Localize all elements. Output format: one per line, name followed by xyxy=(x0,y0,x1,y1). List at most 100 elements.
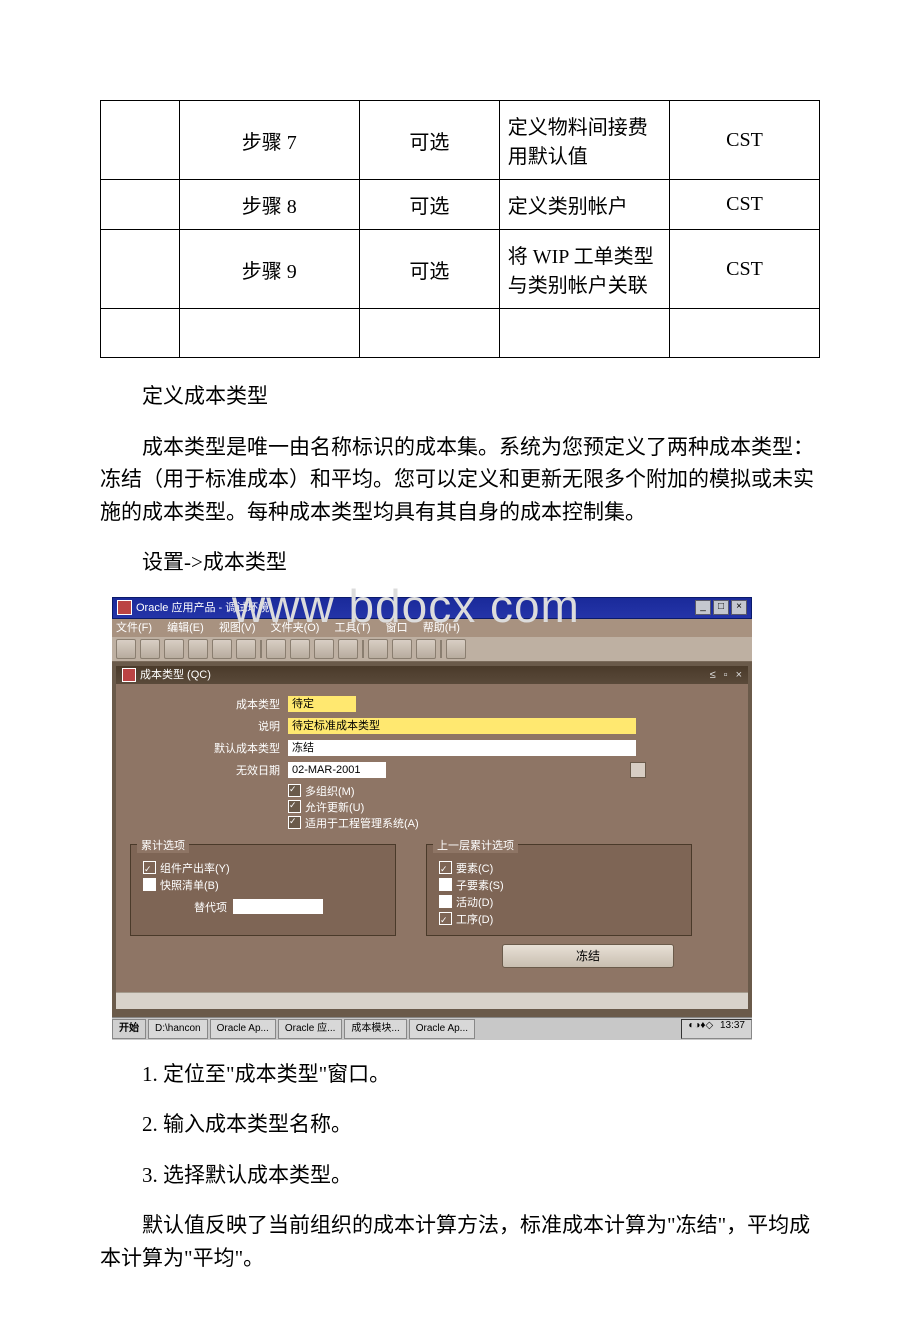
toolbar-button[interactable] xyxy=(266,639,286,659)
toolbar-button[interactable] xyxy=(116,639,136,659)
step-1: 1. 定位至"成本类型"窗口。 xyxy=(100,1058,820,1091)
tray-icons: ◐◑♦◇ xyxy=(688,1020,713,1031)
toolbar-separator xyxy=(260,640,262,658)
toolbar-button[interactable] xyxy=(212,639,232,659)
groupbox-rollup-options: 累计选项 组件产出率(Y) 快照清单(B) 替代项 xyxy=(130,844,396,936)
clock: 13:37 xyxy=(720,1020,745,1031)
system-tray[interactable]: ◐◑♦◇ 13:37 xyxy=(681,1019,752,1039)
toolbar-button[interactable] xyxy=(236,639,256,659)
form-restore-icon[interactable]: ▫ xyxy=(724,666,728,684)
toolbar-button[interactable] xyxy=(164,639,184,659)
heading-define-cost-type: 定义成本类型 xyxy=(100,380,820,413)
close-button[interactable]: × xyxy=(731,600,747,615)
label-allow-update: 允许更新(U) xyxy=(305,802,364,814)
toolbar-button[interactable] xyxy=(140,639,160,659)
menu-tools[interactable]: 工具(T) xyxy=(335,622,371,634)
menu-edit[interactable]: 编辑(E) xyxy=(167,622,204,634)
cell-optional: 可选 xyxy=(360,101,500,180)
toolbar-button[interactable] xyxy=(338,639,358,659)
toolbar-button[interactable] xyxy=(392,639,412,659)
taskbar-item[interactable]: Oracle 应... xyxy=(278,1019,343,1039)
start-button[interactable]: 开始 xyxy=(112,1019,146,1039)
cell-desc: 定义物料间接费用默认值 xyxy=(499,101,669,180)
checkbox-multi-org[interactable] xyxy=(288,784,301,797)
table-row: 步骤 9 可选 将 WIP 工单类型与类别帐户关联 CST xyxy=(101,230,820,309)
freeze-button[interactable]: 冻结 xyxy=(502,944,674,968)
form-minimize-icon[interactable]: ≤ xyxy=(710,666,716,684)
cell-step: 步骤 8 xyxy=(179,180,360,230)
app-title: Oracle 应用产品 - 调试环境 xyxy=(136,598,269,618)
toolbar-button[interactable] xyxy=(290,639,310,659)
form-title: 成本类型 (QC) xyxy=(140,666,211,684)
form-body: 成本类型 待定 说明 待定标准成本类型 默认成本类型 冻结 无效日期 02-MA… xyxy=(116,684,748,992)
label-alternate: 替代项 xyxy=(143,899,233,915)
para-intro: 成本类型是唯一由名称标识的成本集。系统为您预定义了两种成本类型：冻结（用于标准成… xyxy=(100,431,820,529)
minimize-button[interactable]: _ xyxy=(695,600,711,615)
taskbar-item[interactable]: D:\hancon xyxy=(148,1019,208,1039)
para-default-explain: 默认值反映了当前组织的成本计算方法，标准成本计算为"冻结"，平均成本计算为"平均… xyxy=(100,1209,820,1274)
checkbox-activity[interactable] xyxy=(439,895,452,908)
label-cost-type: 成本类型 xyxy=(130,696,288,712)
maximize-button[interactable]: □ xyxy=(713,600,729,615)
cell-step: 步骤 7 xyxy=(179,101,360,180)
checkbox-component-yield[interactable] xyxy=(143,861,156,874)
legend-rollup: 累计选项 xyxy=(137,837,189,853)
toolbar-button[interactable] xyxy=(314,639,334,659)
cell-optional: 可选 xyxy=(360,180,500,230)
cell-blank xyxy=(101,101,180,180)
steps-table: 步骤 7 可选 定义物料间接费用默认值 CST 步骤 8 可选 定义类别帐户 C… xyxy=(100,100,820,358)
form-close-icon[interactable]: × xyxy=(736,666,742,684)
cell-desc: 将 WIP 工单类型与类别帐户关联 xyxy=(499,230,669,309)
cell-module: CST xyxy=(670,180,820,230)
step-3: 3. 选择默认成本类型。 xyxy=(100,1159,820,1192)
table-row: 步骤 7 可选 定义物料间接费用默认值 CST xyxy=(101,101,820,180)
toolbar-button[interactable] xyxy=(446,639,466,659)
cell-step: 步骤 9 xyxy=(179,230,360,309)
label-element: 要素(C) xyxy=(456,863,493,875)
toolbar-separator xyxy=(362,640,364,658)
table-row: 步骤 8 可选 定义类别帐户 CST xyxy=(101,180,820,230)
toolbar-button[interactable] xyxy=(368,639,388,659)
table-row-empty xyxy=(101,309,820,358)
form-titlebar: 成本类型 (QC) ≤ ▫ × xyxy=(116,666,748,684)
field-alternate[interactable] xyxy=(233,899,323,914)
toolbar-separator xyxy=(440,640,442,658)
menu-view[interactable]: 视图(V) xyxy=(219,622,256,634)
field-cost-type[interactable]: 待定 xyxy=(288,696,356,712)
oracle-screenshot: www bdocx com Oracle 应用产品 - 调试环境 _ □ × 文… xyxy=(112,597,752,1040)
menu-folder[interactable]: 文件夹(O) xyxy=(271,622,320,634)
label-activity: 活动(D) xyxy=(456,897,493,909)
checkbox-snapshot-bom[interactable] xyxy=(143,878,156,891)
field-default-cost-type[interactable]: 冻结 xyxy=(288,740,636,756)
menu-help[interactable]: 帮助(H) xyxy=(423,622,460,634)
checkbox-subelement[interactable] xyxy=(439,878,452,891)
checkbox-eng-system[interactable] xyxy=(288,816,301,829)
label-default-cost-type: 默认成本类型 xyxy=(130,740,288,756)
step-2: 2. 输入成本类型名称。 xyxy=(100,1108,820,1141)
app-titlebar: Oracle 应用产品 - 调试环境 _ □ × xyxy=(112,597,752,619)
form-icon xyxy=(122,668,136,682)
toolbar-button[interactable] xyxy=(188,639,208,659)
field-inactive-date[interactable]: 02-MAR-2001 xyxy=(288,762,386,778)
status-bar xyxy=(116,992,748,1009)
menu-window[interactable]: 窗口 xyxy=(386,622,408,634)
label-desc: 说明 xyxy=(130,718,288,734)
taskbar-item[interactable]: Oracle Ap... xyxy=(409,1019,475,1039)
flexfield-button[interactable] xyxy=(630,762,646,778)
checkbox-allow-update[interactable] xyxy=(288,800,301,813)
groupbox-prev-level-options: 上一层累计选项 要素(C) 子要素(S) 活动(D) 工序(D) xyxy=(426,844,692,936)
taskbar-item[interactable]: 成本模块... xyxy=(344,1019,406,1039)
taskbar-item[interactable]: Oracle Ap... xyxy=(210,1019,276,1039)
cell-module: CST xyxy=(670,230,820,309)
cell-desc: 定义类别帐户 xyxy=(499,180,669,230)
cell-module: CST xyxy=(670,101,820,180)
menu-file[interactable]: 文件(F) xyxy=(116,622,152,634)
toolbar-button[interactable] xyxy=(416,639,436,659)
label-component-yield: 组件产出率(Y) xyxy=(160,863,230,875)
field-desc[interactable]: 待定标准成本类型 xyxy=(288,718,636,734)
checkbox-operation[interactable] xyxy=(439,912,452,925)
para-nav: 设置->成本类型 xyxy=(100,546,820,579)
menu-bar[interactable]: 文件(F) 编辑(E) 视图(V) 文件夹(O) 工具(T) 窗口 帮助(H) xyxy=(112,619,752,637)
label-inactive-date: 无效日期 xyxy=(130,762,288,778)
checkbox-element[interactable] xyxy=(439,861,452,874)
